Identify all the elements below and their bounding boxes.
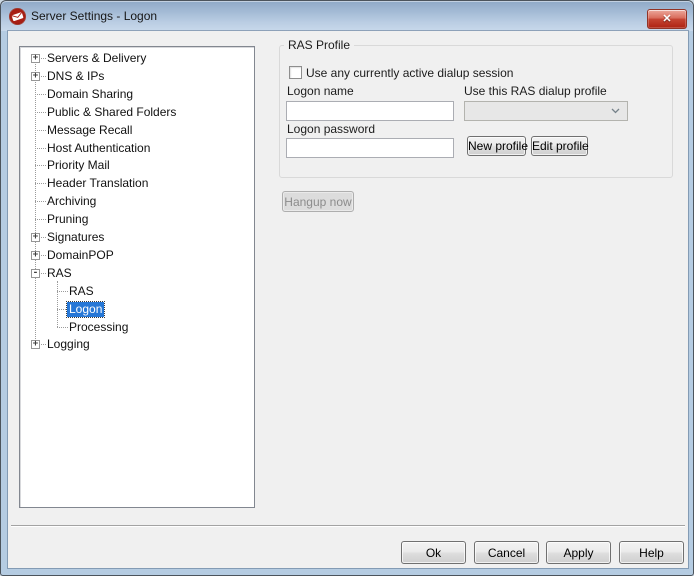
expand-plus-icon[interactable]: + [31,72,40,81]
tree-item-public-shared-folders[interactable]: Public & Shared Folders [20,104,254,121]
tree-item-label: DNS & IPs [45,69,106,84]
tree-item-label: Priority Mail [45,158,112,173]
tree-item-label: DomainPOP [45,248,116,263]
apply-button[interactable]: Apply [546,541,611,564]
settings-tree: + Servers & Delivery + DNS & IPs Domain Shar… [19,46,255,508]
new-profile-button[interactable]: New profile [467,136,526,156]
expand-plus-icon[interactable]: + [31,54,40,63]
ras-dialup-profile-label: Use this RAS dialup profile [464,84,607,98]
tree-item-label: Logging [45,337,92,352]
close-icon: ✕ [662,14,671,25]
tree-item-label: Public & Shared Folders [45,105,178,120]
tree-item-label: Servers & Delivery [45,51,148,66]
tree-item-label: Archiving [45,194,98,209]
tree-item-label: RAS [67,284,96,299]
tree-item-servers-delivery[interactable]: + Servers & Delivery [20,50,254,67]
title-bar[interactable]: Server Settings - Logon ✕ [1,1,693,31]
checkbox-label: Use any currently active dialup session [306,66,513,80]
ras-dialup-profile-select[interactable] [464,101,628,121]
ok-button[interactable]: Ok [401,541,466,564]
tree-item-domainpop[interactable]: + DomainPOP [20,247,254,264]
tree-subitem-ras[interactable]: RAS [20,283,254,300]
expand-plus-icon[interactable]: + [31,233,40,242]
tree-subitem-processing[interactable]: Processing [20,319,254,336]
window-title: Server Settings - Logon [31,1,157,31]
tree-item-label: Host Authentication [45,141,152,156]
collapse-minus-icon[interactable]: - [31,269,40,278]
edit-profile-button[interactable]: Edit profile [531,136,588,156]
tree-item-label: Logon [67,302,104,317]
logon-password-input[interactable] [286,138,454,158]
mdaemon-logo-icon [9,8,26,25]
tree-item-label: Signatures [45,230,106,245]
tree-item-ras[interactable]: -RAS [20,265,254,282]
group-title: RAS Profile [284,38,354,52]
tree-item-label: Message Recall [45,123,134,138]
tree-item-label: Pruning [45,212,90,227]
hangup-now-button[interactable]: Hangup now [282,191,354,212]
tree-item-dns-ips[interactable]: + DNS & IPs [20,68,254,85]
tree-item-label: RAS [45,266,74,281]
close-button[interactable]: ✕ [647,9,687,29]
tree-item-label: Processing [67,320,130,335]
cancel-button[interactable]: Cancel [474,541,539,564]
expand-plus-icon[interactable]: + [31,251,40,260]
tree-item-pruning[interactable]: Pruning [20,211,254,228]
tree-item-archiving[interactable]: Archiving [20,193,254,210]
tree-item-signatures[interactable]: + Signatures [20,229,254,246]
tree-item-header-translation[interactable]: Header Translation [20,175,254,192]
tree-subitem-logon[interactable]: Logon [20,301,254,318]
tree-item-logging[interactable]: + Logging [20,336,254,353]
footer-divider [11,525,685,527]
tree-item-host-authentication[interactable]: Host Authentication [20,140,254,157]
tree-item-label: Domain Sharing [45,87,135,102]
help-button[interactable]: Help [619,541,684,564]
tree-item-label: Header Translation [45,176,150,191]
logon-password-label: Logon password [287,122,375,136]
server-settings-dialog: Server Settings - Logon ✕ + Servers & Del… [0,0,694,576]
tree-item-message-recall[interactable]: Message Recall [20,122,254,139]
expand-plus-icon[interactable]: + [31,340,40,349]
logon-name-input[interactable] [286,101,454,121]
active-dialup-session-checkbox[interactable] [289,66,302,79]
tree-item-domain-sharing[interactable]: Domain Sharing [20,86,254,103]
chevron-down-icon [611,108,620,114]
logon-name-label: Logon name [287,84,354,98]
tree-item-priority-mail[interactable]: Priority Mail [20,157,254,174]
